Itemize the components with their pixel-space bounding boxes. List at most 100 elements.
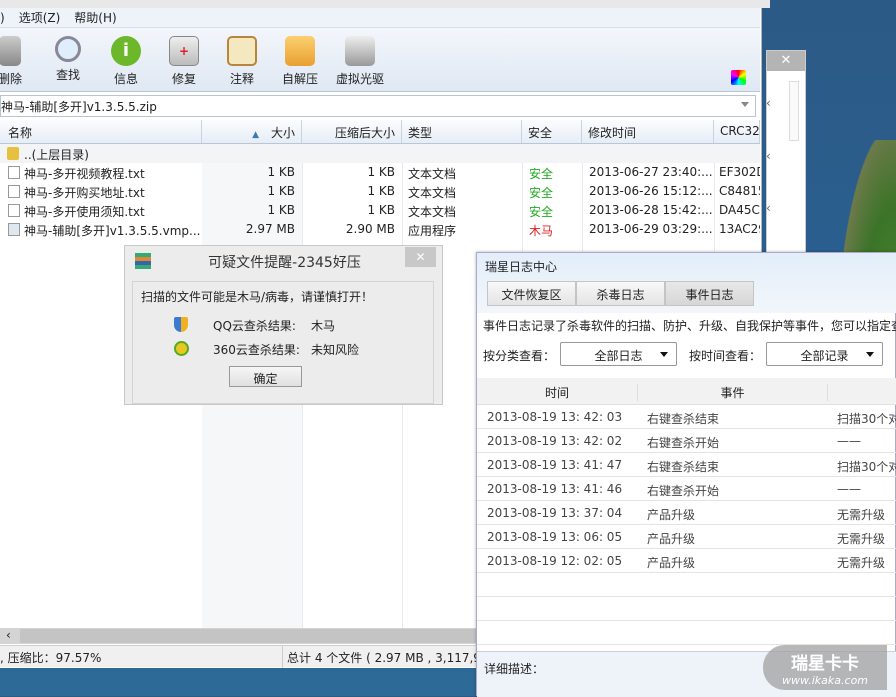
ikaka-watermark: 瑞星卡卡 www.ikaka.com: [763, 645, 887, 690]
file-modified: 2013-06-29 03:29:...: [589, 222, 713, 236]
qq-result-value: 木马: [311, 319, 336, 333]
info-icon: i: [111, 36, 141, 66]
delete-button[interactable]: 删除: [0, 36, 35, 87]
find-button[interactable]: 查找: [43, 36, 93, 83]
suspicious-file-dialog: 可疑文件提醒-2345好压 ✕ 扫描的文件可能是木马/病毒，请谨慎打开！ QQ云…: [124, 245, 443, 405]
close-button[interactable]: ✕: [405, 247, 436, 267]
log-table-header: 时间 事件: [477, 378, 896, 405]
file-row[interactable]: 神马-多开视频教程.txt 1 KB 1 KB 文本文档 安全 2013-06-…: [0, 163, 760, 182]
sfx-button[interactable]: 自解压: [275, 36, 325, 87]
log-row[interactable]: 2013-08-19 13: 41: 47 右键查杀结束 扫描30个对: [477, 453, 896, 477]
file-name: 神马-辅助[多开]v1.3.5.5.vmp....: [24, 224, 200, 238]
background-window: ✕ ‹ ‹ ‹: [766, 50, 806, 260]
info-button[interactable]: i 信息: [101, 36, 151, 87]
log-time: 2013-08-19 13: 41: 46: [487, 482, 623, 496]
ok-button[interactable]: 确定: [229, 366, 302, 387]
col-safety[interactable]: 安全: [522, 120, 582, 143]
time-filter-label: 按时间查看：: [689, 349, 762, 363]
log-time: 2013-08-19 13: 41: 47: [487, 458, 623, 472]
file-crc: 13AC29: [719, 222, 760, 236]
skin-color-icon[interactable]: [731, 70, 746, 85]
repair-button[interactable]: + 修复: [159, 36, 209, 87]
col-name[interactable]: 名称: [0, 120, 202, 143]
file-name: 神马-多开使用须知.txt: [24, 205, 145, 219]
detail-label: 详细描述：: [484, 662, 545, 676]
notepad-icon: [227, 36, 257, 66]
toolbar: 删除 查找 i 信息 + 修复 注释 自解压 虚拟光驱: [0, 28, 760, 92]
dropdown-arrow-icon: [866, 352, 874, 357]
file-row[interactable]: 神马-辅助[多开]v1.3.5.5.vmp.... 2.97 MB 2.90 M…: [0, 220, 760, 239]
log-row[interactable]: 2013-08-19 13: 37: 04 产品升级 无需升级: [477, 501, 896, 525]
parent-dir-row[interactable]: ..(上层目录): [0, 144, 760, 163]
qq-shield-icon: [174, 317, 188, 332]
log-event: 右键查杀开始: [647, 436, 720, 450]
comment-button[interactable]: 注释: [217, 36, 267, 87]
file-list-header: 名称 ▲ 大小 压缩后大小 类型 安全 修改时间 CRC32: [0, 120, 760, 144]
folder-up-icon: [285, 36, 315, 66]
qq-result-label: QQ云查杀结果:: [213, 319, 296, 333]
exe-file-icon: [8, 223, 20, 236]
log-row[interactable]: 2013-08-19 13: 06: 05 产品升级 无需升级: [477, 525, 896, 549]
file-row[interactable]: 神马-多开使用须知.txt 1 KB 1 KB 文本文档 安全 2013-06-…: [0, 201, 760, 220]
empty-log-row: [477, 573, 896, 597]
menu-help[interactable]: 帮助(H): [74, 9, 116, 26]
log-event: 产品升级: [647, 556, 696, 570]
chevron-left-icon[interactable]: ‹: [766, 149, 771, 163]
window-title: 瑞星日志中心: [485, 260, 558, 274]
tab-file-recovery[interactable]: 文件恢复区: [487, 281, 576, 306]
empty-log-row: [477, 597, 896, 621]
close-icon[interactable]: ✕: [767, 51, 805, 71]
description-text: 事件日志记录了杀毒软件的扫描、防护、升级、自我保护等事件，您可以指定查: [483, 319, 896, 333]
tab-event-log[interactable]: 事件日志: [665, 281, 754, 306]
menu-item[interactable]: ): [0, 11, 5, 25]
log-time: 2013-08-19 13: 06: 05: [487, 530, 623, 544]
log-detail: ——: [837, 434, 861, 448]
file-row[interactable]: 神马-多开购买地址.txt 1 KB 1 KB 文本文档 安全 2013-06-…: [0, 182, 760, 201]
log-detail: 扫描30个对: [837, 460, 896, 474]
log-time: 2013-08-19 12: 02: 05: [487, 554, 623, 568]
log-detail: 扫描30个对: [837, 412, 896, 426]
col-type[interactable]: 类型: [402, 120, 522, 143]
horizontal-scrollbar[interactable]: ‹: [0, 628, 476, 644]
file-packed-size: 2.90 MB: [345, 222, 395, 236]
log-detail: ——: [837, 482, 861, 496]
file-name: 神马-多开视频教程.txt: [24, 167, 145, 181]
virtual-drive-icon: [345, 36, 375, 66]
path-bar[interactable]: 神马-辅助[多开]v1.3.5.5.zip: [0, 95, 756, 117]
file-size: 1 KB: [267, 165, 295, 179]
virtual-drive-button[interactable]: 虚拟光驱: [333, 36, 387, 87]
log-time: 2013-08-19 13: 42: 03: [487, 410, 623, 424]
col-crc[interactable]: CRC32: [714, 120, 760, 143]
log-row[interactable]: 2013-08-19 13: 42: 02 右键查杀开始 ——: [477, 429, 896, 453]
chevron-left-icon[interactable]: ‹: [766, 201, 771, 215]
log-row[interactable]: 2013-08-19 12: 02: 05 产品升级 无需升级: [477, 549, 896, 573]
tab-scan-log[interactable]: 杀毒日志: [576, 281, 665, 306]
chevron-down-icon[interactable]: [741, 102, 749, 107]
text-file-icon: [8, 204, 20, 217]
col-modified[interactable]: 修改时间: [582, 120, 714, 143]
log-row[interactable]: 2013-08-19 13: 42: 03 右键查杀结束 扫描30个对: [477, 405, 896, 429]
trash-icon: [0, 36, 21, 66]
col-packed[interactable]: 压缩后大小: [302, 120, 402, 143]
dropdown-arrow-icon: [660, 352, 668, 357]
time-select[interactable]: 全部记录: [766, 342, 883, 366]
file-size: 1 KB: [267, 184, 295, 198]
file-size: 1 KB: [267, 203, 295, 217]
magnifier-icon: [55, 36, 81, 62]
chevron-left-icon[interactable]: ‹: [766, 96, 771, 110]
vertical-scrollbar[interactable]: [789, 81, 799, 141]
file-packed-size: 1 KB: [367, 184, 395, 198]
col-event[interactable]: 事件: [638, 384, 828, 401]
dialog-title: 可疑文件提醒-2345好压: [208, 255, 361, 271]
category-select[interactable]: 全部日志: [560, 342, 677, 366]
scroll-left-icon[interactable]: ‹: [6, 628, 11, 642]
log-event: 产品升级: [647, 508, 696, 522]
col-time[interactable]: 时间: [477, 384, 638, 401]
sort-up-icon: ▲: [252, 130, 259, 140]
360-result-value: 未知风险: [311, 343, 360, 357]
empty-log-row: [477, 621, 896, 645]
file-modified: 2013-06-28 15:42:...: [589, 203, 713, 217]
menu-options[interactable]: 选项(Z): [19, 9, 61, 26]
log-row[interactable]: 2013-08-19 13: 41: 46 右键查杀开始 ——: [477, 477, 896, 501]
col-size[interactable]: ▲ 大小: [202, 120, 302, 143]
